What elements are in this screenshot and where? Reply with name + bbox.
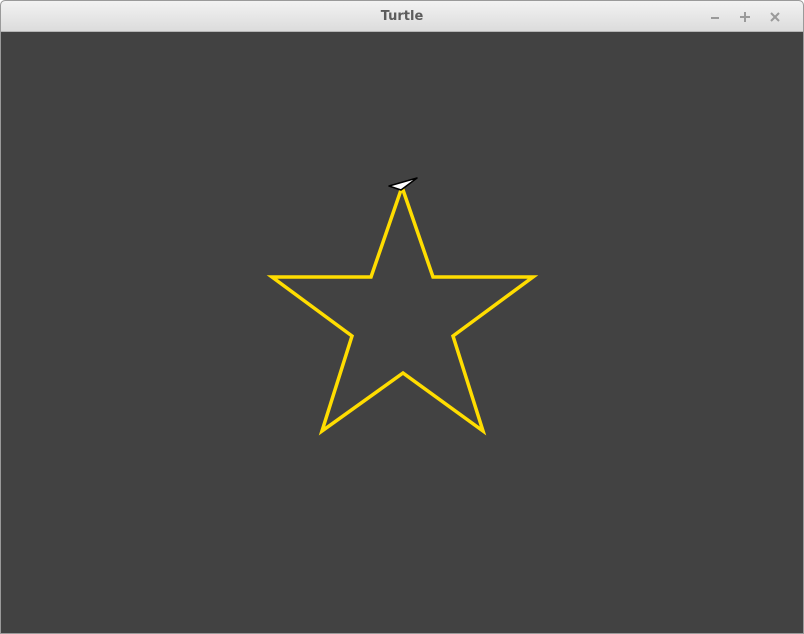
minimize-icon bbox=[711, 16, 719, 19]
turtle-canvas[interactable] bbox=[1, 32, 803, 633]
star-drawing bbox=[266, 181, 539, 436]
window-title: Turtle bbox=[380, 9, 424, 24]
maximize-icon bbox=[740, 11, 750, 22]
close-button[interactable] bbox=[767, 9, 783, 25]
minimize-button[interactable] bbox=[707, 9, 723, 25]
drawing-surface bbox=[266, 177, 539, 436]
turtle-arrow-icon bbox=[388, 177, 418, 191]
window-controls bbox=[707, 1, 783, 32]
close-icon bbox=[770, 11, 780, 22]
turtle-window: Turtle bbox=[0, 0, 804, 634]
title-bar[interactable]: Turtle bbox=[1, 1, 803, 32]
maximize-button[interactable] bbox=[737, 9, 753, 25]
